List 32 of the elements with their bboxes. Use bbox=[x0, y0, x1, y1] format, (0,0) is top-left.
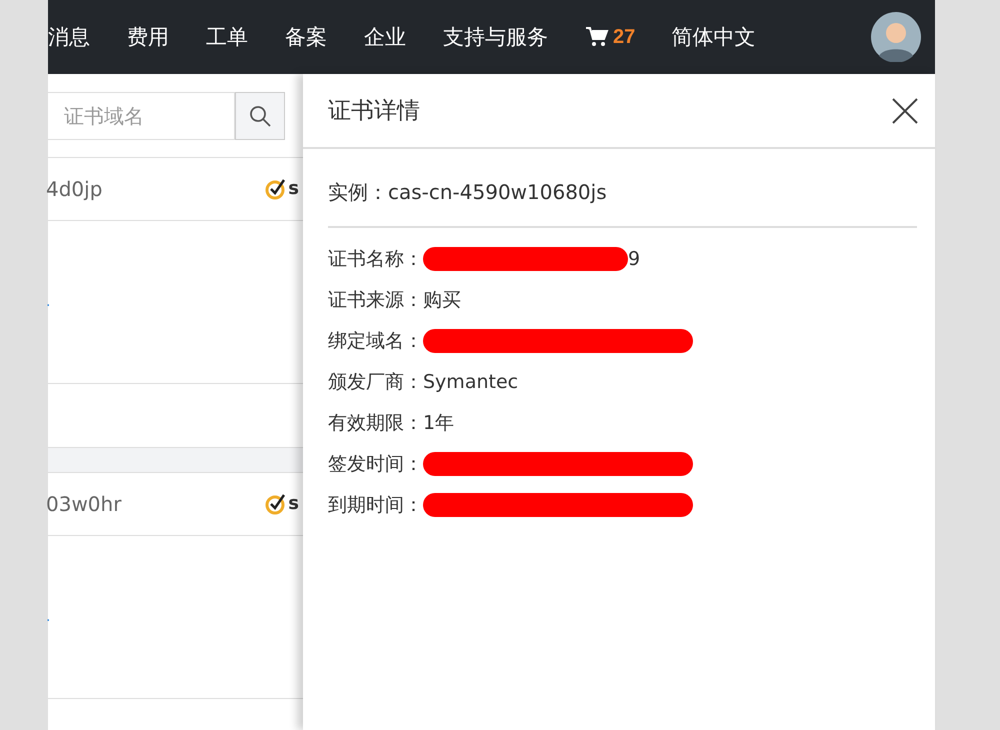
field-label: 绑定域名： bbox=[328, 328, 423, 354]
search-icon bbox=[248, 104, 272, 128]
verified-check-icon bbox=[265, 178, 288, 200]
avatar-icon[interactable] bbox=[871, 12, 921, 62]
drawer-title: 证书详情 bbox=[328, 97, 420, 126]
field-label: 到期时间： bbox=[328, 492, 423, 518]
field-value: 1年 bbox=[423, 410, 454, 436]
nav-link[interactable]: 费用 bbox=[127, 23, 169, 51]
nav-link[interactable]: 支持与服务 bbox=[443, 23, 548, 51]
instance-id: 03w0hr bbox=[46, 492, 122, 516]
field-value: 购买 bbox=[423, 288, 461, 312]
verified-check-icon bbox=[265, 493, 288, 515]
nav-link[interactable]: 企业 bbox=[364, 23, 406, 51]
field-value: Symantec bbox=[423, 370, 518, 392]
field-label: 签发时间： bbox=[328, 452, 423, 476]
field-label: 证书来源： bbox=[328, 288, 423, 312]
search-button[interactable] bbox=[235, 92, 285, 140]
nav-link[interactable]: 工单 bbox=[206, 23, 248, 51]
language-link[interactable]: 简体中文 bbox=[671, 23, 756, 51]
cart-icon[interactable] bbox=[585, 26, 609, 48]
nav-link[interactable]: 备案 bbox=[285, 23, 327, 51]
brand-name: s bbox=[288, 180, 299, 198]
nav-link[interactable]: 消息 bbox=[48, 23, 90, 51]
cart-count: 27 bbox=[613, 26, 636, 48]
field-label: 有效期限： bbox=[328, 410, 423, 436]
field-label: 证书名称： bbox=[328, 246, 423, 272]
field-label: 颁发厂商： bbox=[328, 370, 423, 394]
brand-name: s bbox=[288, 495, 299, 513]
field-value: 9 bbox=[628, 248, 640, 270]
search-field[interactable]: 证书域名 bbox=[48, 92, 235, 140]
instance-id: 4d0jp bbox=[46, 177, 102, 201]
instance-line: 实例：cas-cn-4590w10680js bbox=[328, 179, 917, 228]
